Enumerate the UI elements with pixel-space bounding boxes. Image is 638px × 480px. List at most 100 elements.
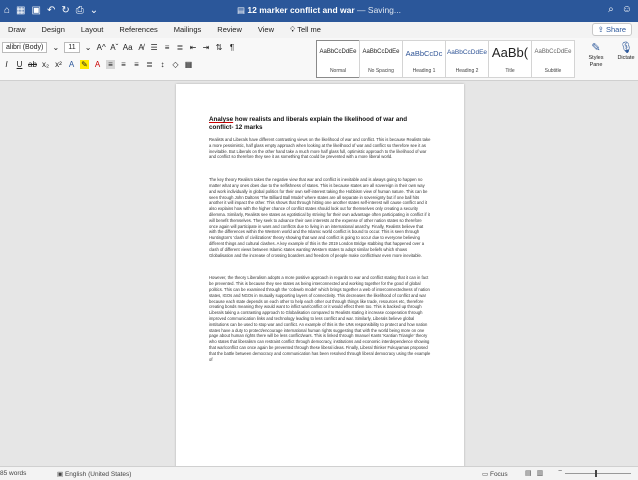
focus-button[interactable]: ▭ Focus <box>482 470 508 478</box>
document-title: ▤ 12 marker conflict and war — Saving... <box>0 5 638 16</box>
style-preview: AaBbCcDdEe <box>362 49 400 55</box>
line-spacing-icon[interactable]: ↕ <box>158 60 167 69</box>
zoom-slider-knob[interactable] <box>595 470 597 477</box>
chevron-down-icon[interactable]: ⌄ <box>84 43 93 52</box>
format-row: I U ab x₂ x² A ✎ A ≡ ≡ ≡ ≣ ↕ ◇ ▦ <box>2 60 193 69</box>
highlight-icon[interactable]: ✎ <box>80 60 89 69</box>
subscript-icon[interactable]: x₂ <box>41 60 50 69</box>
tab-view[interactable]: View <box>250 22 282 38</box>
home-ribbon: alibri (Body) ⌄ 11 ⌄ A^ Aˇ Aa A̸ ☰ ≡ ≣ ⇤… <box>0 38 638 81</box>
numbering-icon[interactable]: ≡ <box>163 43 172 52</box>
text-effects-icon[interactable]: A <box>67 60 76 69</box>
styles-gallery: AaBbCcDdEe Normal AaBbCcDdEe No Spacing … <box>316 40 575 78</box>
paragraph[interactable]: The key theory Realism takes the negativ… <box>209 177 431 258</box>
tab-mailings[interactable]: Mailings <box>166 22 210 38</box>
decrease-indent-icon[interactable]: ⇤ <box>189 43 198 52</box>
proofing-icon: ▣ <box>57 471 64 478</box>
doc-icon: ▤ <box>237 5 246 15</box>
heading-text: how realists and liberals explain the li… <box>209 116 408 131</box>
style-label: Heading 2 <box>455 68 479 74</box>
style-preview: AaBbCcDc <box>405 49 443 58</box>
align-left-icon[interactable]: ≡ <box>106 60 115 69</box>
superscript-icon[interactable]: x² <box>54 60 63 69</box>
title-bar: ⌂ ▦ ▣ ↶ ↻ ⎙ ⌄ ▤ 12 marker conflict and w… <box>0 0 638 22</box>
person-icon[interactable]: ☺ <box>622 4 632 15</box>
pilcrow-icon[interactable]: ¶ <box>228 43 237 52</box>
paragraph[interactable]: Realists and Liberals have different con… <box>209 137 431 160</box>
saving-status: — Saving... <box>357 5 401 15</box>
styles-pane-button[interactable]: ✎ Styles Pane <box>585 41 607 69</box>
tab-references[interactable]: References <box>111 22 165 38</box>
lightbulb-icon: 💡︎ <box>290 25 296 34</box>
shrink-font-icon[interactable]: Aˇ <box>110 43 119 52</box>
read-mode-icon[interactable]: ▤ <box>525 469 532 477</box>
language-indicator[interactable]: ▣ English (United States) <box>57 470 131 478</box>
titlebar-right: ⌕ ☺ <box>608 4 632 15</box>
document-name: 12 marker conflict and war <box>247 5 355 15</box>
style-label: Title <box>505 68 515 74</box>
italic-icon[interactable]: I <box>2 60 11 69</box>
strikethrough-icon[interactable]: ab <box>28 60 37 69</box>
styles-pane-icon: ✎ <box>591 42 601 54</box>
style-subtitle[interactable]: AaBbCcDdEe Subtitle <box>531 40 575 78</box>
styles-pane-label: Styles Pane <box>588 55 604 68</box>
style-heading-2[interactable]: AaBbCcDdEe Heading 2 <box>445 40 489 78</box>
font-row: alibri (Body) ⌄ 11 ⌄ A^ Aˇ Aa A̸ ☰ ≡ ≣ ⇤… <box>2 42 237 53</box>
font-name-box[interactable]: alibri (Body) <box>2 42 48 53</box>
share-icon: ⇪ <box>597 25 604 34</box>
style-label: Heading 1 <box>412 68 436 74</box>
zoom-out-icon[interactable]: − <box>558 468 562 475</box>
tab-draw[interactable]: Draw <box>0 22 34 38</box>
increase-indent-icon[interactable]: ⇥ <box>202 43 211 52</box>
tell-me[interactable]: 💡︎ Tell me <box>282 22 329 38</box>
align-right-icon[interactable]: ≡ <box>132 60 141 69</box>
tab-design[interactable]: Design <box>34 22 73 38</box>
tell-me-label: Tell me <box>297 25 321 34</box>
document-page[interactable]: Analyse how realists and liberals explai… <box>176 84 464 466</box>
document-canvas[interactable]: Analyse how realists and liberals explai… <box>0 81 638 466</box>
style-preview: AaBbCcDdEe <box>446 49 488 56</box>
focus-label: Focus <box>489 471 508 478</box>
style-label: Subtitle <box>544 68 562 74</box>
style-preview: AaBbCcDdEe <box>534 49 572 55</box>
focus-icon: ▭ <box>482 471 489 478</box>
multilevel-icon[interactable]: ≣ <box>176 43 185 52</box>
search-icon[interactable]: ⌕ <box>608 4 614 15</box>
word-count[interactable]: 85 words <box>0 470 26 477</box>
view-buttons: ▤ ▥ <box>525 469 543 477</box>
sort-icon[interactable]: ⇅ <box>215 43 224 52</box>
share-button[interactable]: ⇪ Share <box>591 23 632 36</box>
borders-icon[interactable]: ▦ <box>184 60 193 69</box>
style-label: No Spacing <box>368 68 394 74</box>
style-no-spacing[interactable]: AaBbCcDdEe No Spacing <box>359 40 403 78</box>
document-heading[interactable]: Analyse how realists and liberals explai… <box>209 116 431 132</box>
style-title[interactable]: AaBb( Title <box>488 40 532 78</box>
dictate-label: Dictate <box>617 55 635 61</box>
font-size-box[interactable]: 11 <box>64 42 80 53</box>
style-normal[interactable]: AaBbCcDdEe Normal <box>316 40 360 78</box>
print-layout-icon[interactable]: ▥ <box>537 469 544 477</box>
font-color-icon[interactable]: A <box>93 60 102 69</box>
dictate-button[interactable]: 🎙︎ Dictate <box>614 41 638 61</box>
underline-icon[interactable]: U <box>15 60 24 69</box>
grow-font-icon[interactable]: A^ <box>97 43 106 52</box>
tab-layout[interactable]: Layout <box>73 22 112 38</box>
bullets-icon[interactable]: ☰ <box>150 43 159 52</box>
paragraph[interactable]: However, the theory Liberalism adopts a … <box>209 275 431 362</box>
clear-format-icon[interactable]: A̸ <box>137 43 146 52</box>
change-case-icon[interactable]: Aa <box>123 43 133 52</box>
microphone-icon: 🎙︎ <box>619 42 633 54</box>
tab-review[interactable]: Review <box>209 22 250 38</box>
justify-icon[interactable]: ≣ <box>145 60 154 69</box>
status-bar: 85 words ▣ English (United States) ▭ Foc… <box>0 466 638 480</box>
style-preview: AaBb( <box>491 45 529 60</box>
style-heading-1[interactable]: AaBbCcDc Heading 1 <box>402 40 446 78</box>
ribbon-tabs: Draw Design Layout References Mailings R… <box>0 22 638 38</box>
style-preview: AaBbCcDdEe <box>319 49 357 55</box>
style-label: Normal <box>329 68 347 74</box>
zoom-slider[interactable]: − <box>558 468 631 477</box>
page-content[interactable]: Analyse how realists and liberals explai… <box>209 116 431 379</box>
align-center-icon[interactable]: ≡ <box>119 60 128 69</box>
shading-icon[interactable]: ◇ <box>171 60 180 69</box>
chevron-down-icon[interactable]: ⌄ <box>51 43 60 52</box>
